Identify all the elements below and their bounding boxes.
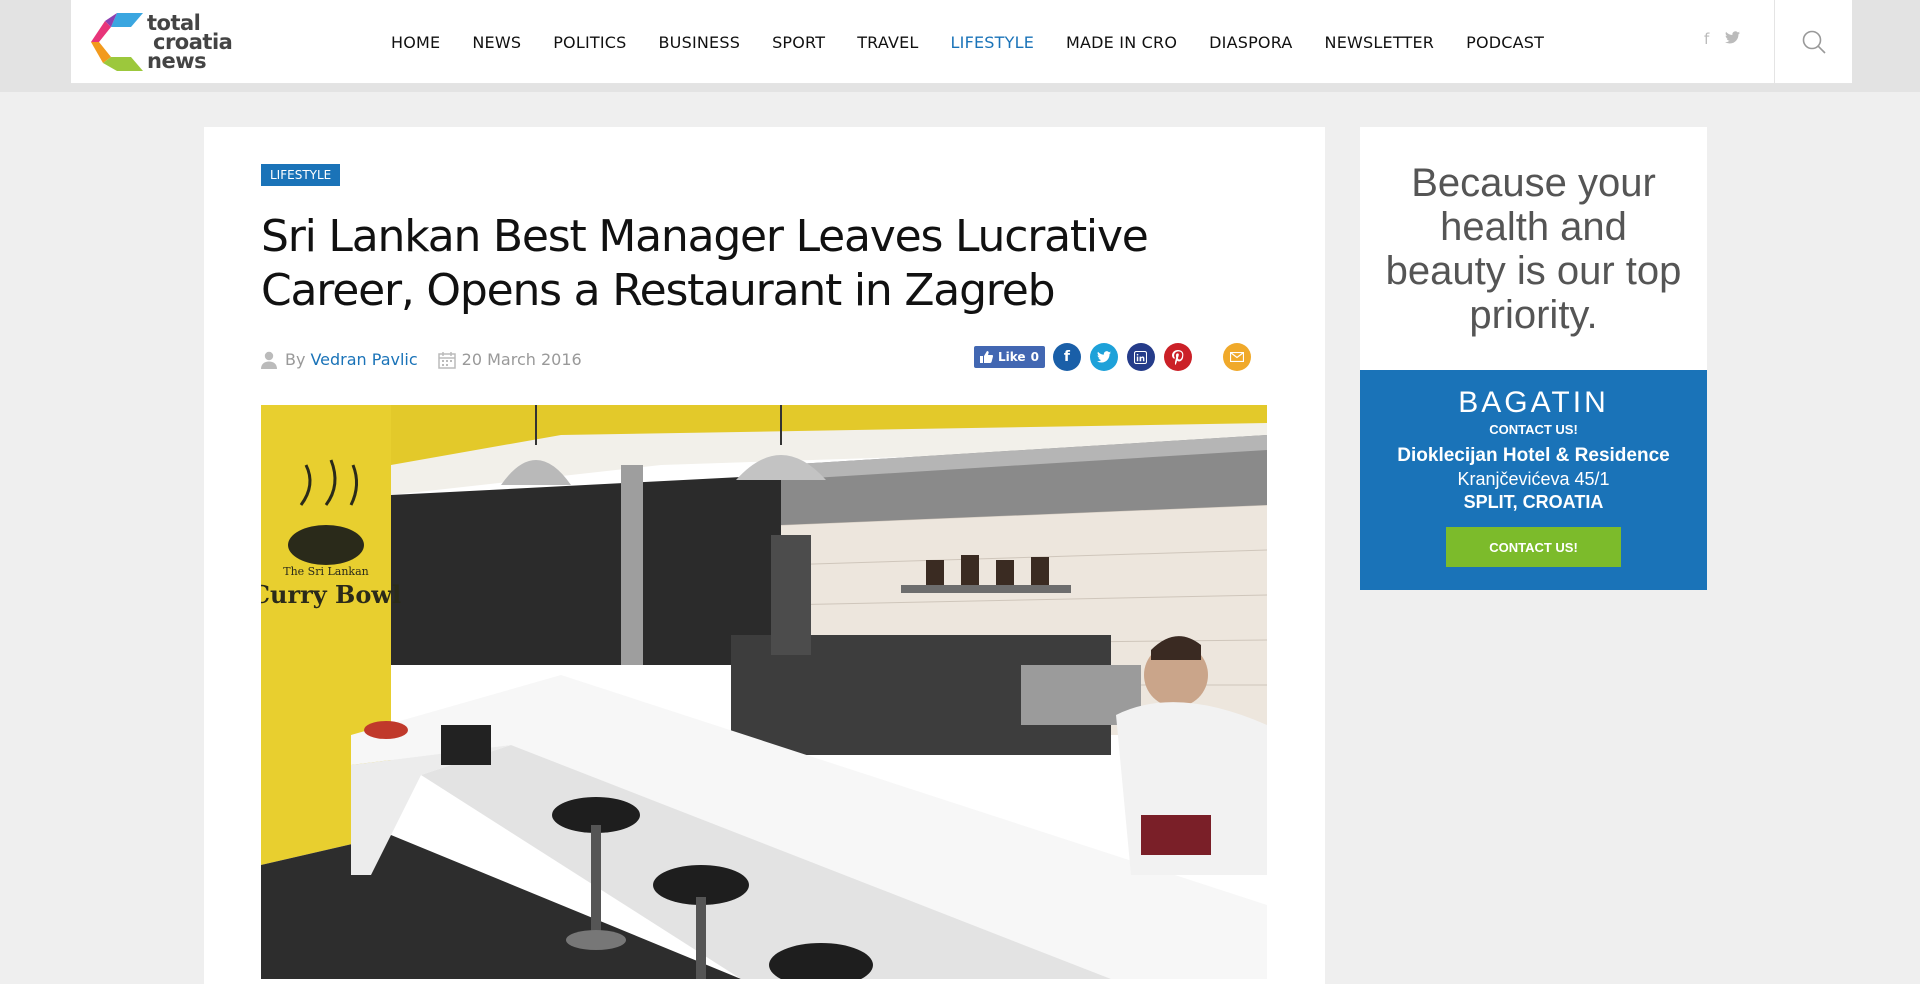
ad-contact-button[interactable]: CONTACT US! [1446, 527, 1621, 567]
article-title: Sri Lankan Best Manager Leaves Lucrative… [261, 211, 1149, 316]
sign-big-text: Curry Bowl [261, 580, 401, 609]
search-button[interactable] [1774, 0, 1852, 84]
like-count: 0 [1030, 350, 1039, 364]
pinterest-icon [1171, 349, 1184, 365]
nav-item-travel[interactable]: TRAVEL [857, 33, 918, 52]
logo-mark-icon [91, 13, 143, 71]
site-logo[interactable]: total croatia news [91, 8, 241, 76]
ad-brand-logo: BAGATIN [1458, 386, 1609, 419]
article-meta: By Vedran Pavlic 20 March 2016 [261, 350, 582, 369]
nav-item-business[interactable]: BUSINESS [659, 33, 741, 52]
share-pinterest-button[interactable] [1163, 343, 1192, 371]
nav-item-podcast[interactable]: PODCAST [1466, 33, 1544, 52]
share-bar: Like 0 f [974, 343, 1260, 371]
share-facebook-button[interactable]: f [1052, 343, 1081, 371]
article-card: LIFESTYLE Sri Lankan Best Manager Leaves… [204, 127, 1325, 984]
nav-item-lifestyle[interactable]: LIFESTYLE [951, 33, 1034, 52]
calendar-icon [437, 351, 456, 369]
nav-item-news[interactable]: NEWS [472, 33, 521, 52]
logo-line-3: news [147, 48, 207, 73]
restaurant-photo: The Sri Lankan Curry Bowl [261, 405, 1267, 979]
email-icon [1229, 352, 1244, 362]
facebook-icon[interactable]: f [1704, 30, 1709, 48]
ad-hotel-name: Dioklecijan Hotel & Residence [1397, 445, 1670, 466]
nav-item-home[interactable]: HOME [391, 33, 440, 52]
facebook-icon: f [1063, 349, 1070, 365]
header-social-links: f [1704, 30, 1741, 48]
site-header: total croatia news HOME NEWS POLITICS BU… [71, 0, 1852, 84]
logo-wordmark: total croatia news [147, 12, 233, 73]
ad-headline: Because your health and beauty is our to… [1385, 160, 1682, 337]
ad-contact-panel: BAGATIN CONTACT US! Dioklecijan Hotel & … [1360, 370, 1707, 590]
hero-image: The Sri Lankan Curry Bowl [261, 405, 1267, 979]
ad-city: SPLIT, CROATIA [1463, 492, 1604, 512]
user-icon [261, 351, 277, 369]
like-label: Like [998, 350, 1026, 364]
ad-street: Kranjčevićeva 45/1 [1457, 469, 1610, 489]
sign-small-text: The Sri Lankan [283, 565, 369, 578]
main-nav: HOME NEWS POLITICS BUSINESS SPORT TRAVEL… [391, 0, 1576, 84]
nav-item-sport[interactable]: SPORT [772, 33, 825, 52]
nav-item-made-in-cro[interactable]: MADE IN CRO [1066, 33, 1177, 52]
facebook-like-button[interactable]: Like 0 [974, 346, 1045, 368]
thumbs-up-icon [980, 351, 993, 363]
nav-item-diaspora[interactable]: DIASPORA [1209, 33, 1292, 52]
twitter-icon [1096, 351, 1111, 363]
nav-item-newsletter[interactable]: NEWSLETTER [1325, 33, 1435, 52]
author-link[interactable]: Vedran Pavlic [310, 350, 417, 369]
ad-contact-label: CONTACT US! [1489, 422, 1578, 437]
sidebar-ad[interactable]: Because your health and beauty is our to… [1360, 127, 1707, 590]
by-label: By [285, 350, 306, 369]
share-email-button[interactable] [1222, 343, 1251, 371]
category-badge[interactable]: LIFESTYLE [261, 164, 341, 186]
twitter-icon[interactable] [1725, 30, 1741, 48]
search-icon [1802, 30, 1826, 54]
nav-item-politics[interactable]: POLITICS [553, 33, 626, 52]
publish-date: 20 March 2016 [461, 350, 582, 369]
share-linkedin-button[interactable] [1126, 343, 1155, 371]
share-twitter-button[interactable] [1089, 343, 1118, 371]
linkedin-icon [1134, 350, 1148, 364]
